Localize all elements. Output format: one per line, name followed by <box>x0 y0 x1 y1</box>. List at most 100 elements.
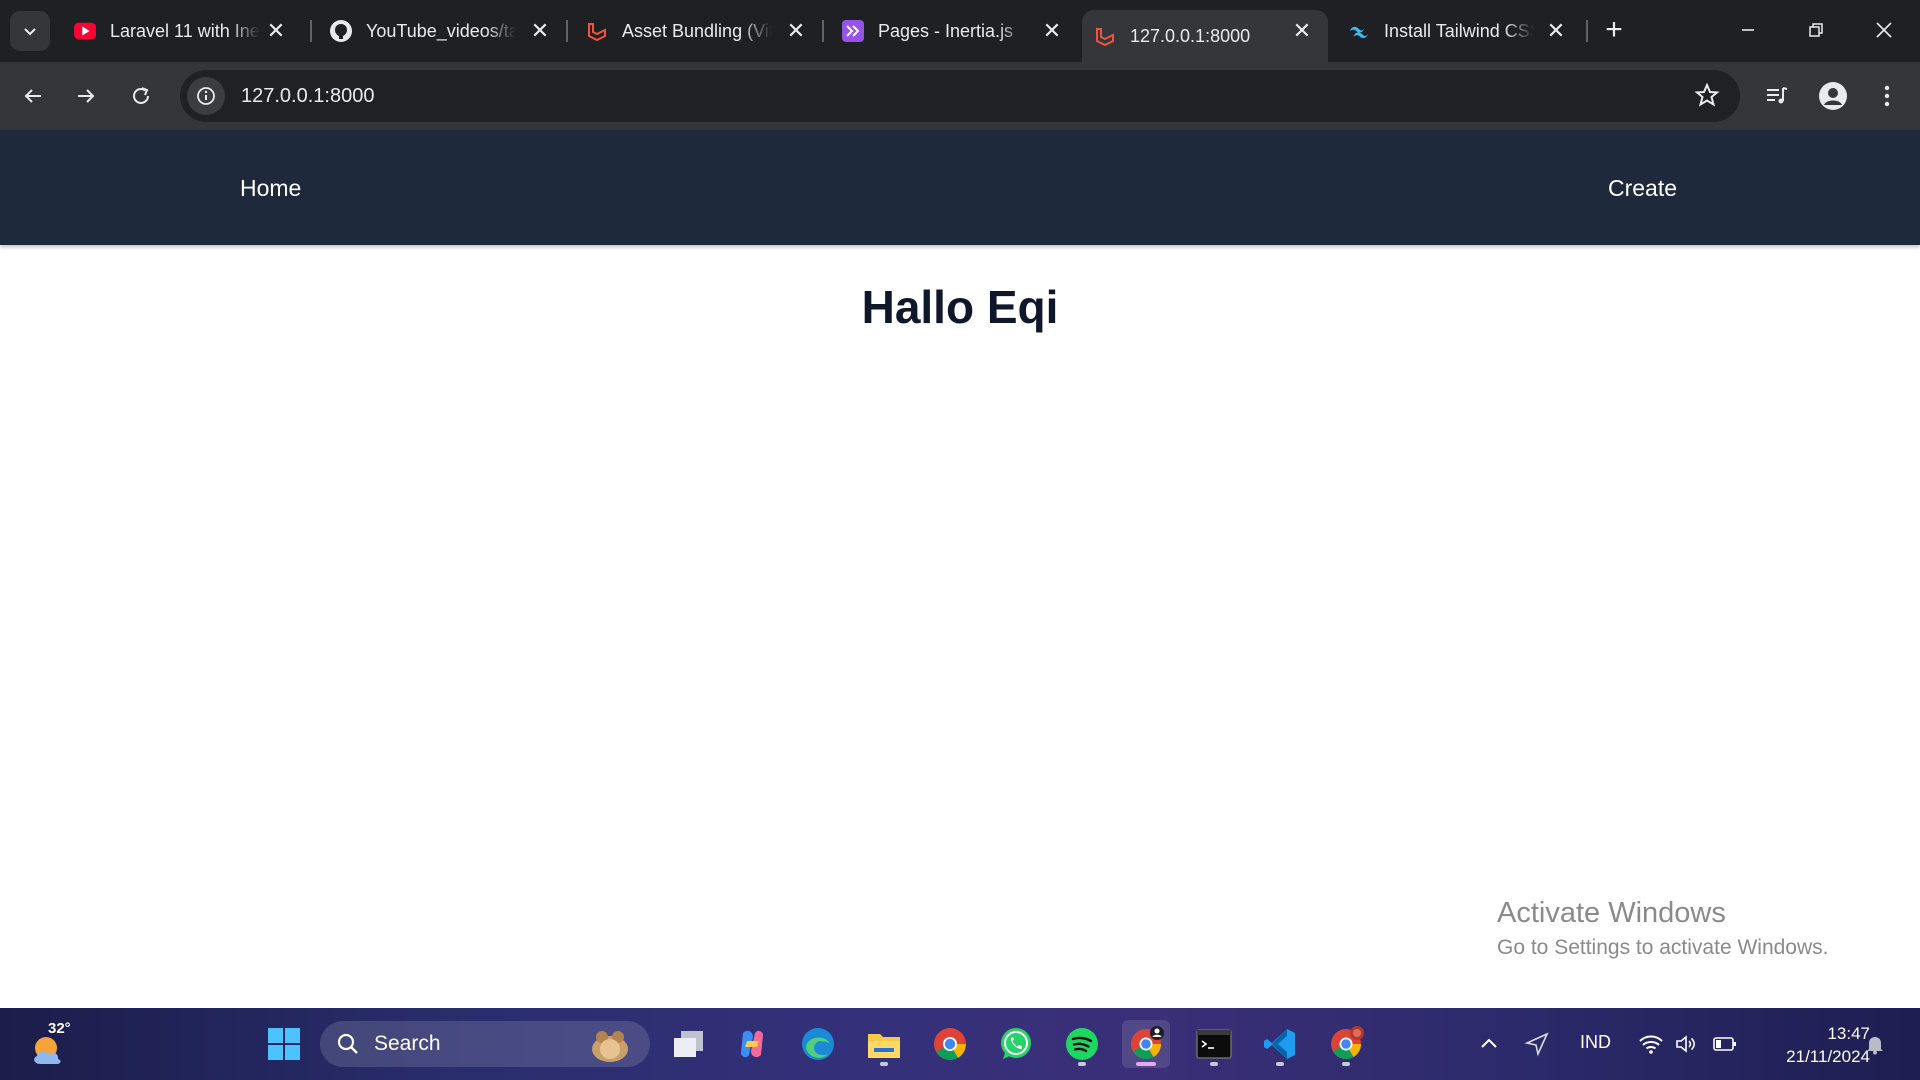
start-button[interactable] <box>260 1020 308 1068</box>
arrow-right-icon <box>78 89 95 103</box>
running-indicator <box>880 1062 888 1066</box>
chrome-profile-icon <box>1131 1026 1164 1060</box>
running-indicator <box>1078 1062 1086 1066</box>
arrow-left-icon <box>24 89 41 103</box>
tab-divider <box>822 20 824 42</box>
tab-divider <box>1586 20 1588 42</box>
youtube-icon <box>74 20 96 42</box>
volume-button[interactable] <box>1674 1008 1698 1080</box>
chevron-up-icon <box>1481 1038 1497 1048</box>
input-language[interactable]: IND <box>1580 1032 1611 1053</box>
tab-pages-inertia[interactable]: Pages - Inertia.js ✕ <box>830 10 1078 52</box>
browser-toolbar: 127.0.0.1:8000 <box>0 62 1920 130</box>
site-info-icon[interactable] <box>187 77 225 115</box>
whatsapp-button[interactable] <box>992 1020 1040 1068</box>
weather-widget[interactable]: 32° <box>26 1020 74 1068</box>
close-tab-icon[interactable]: ✕ <box>528 18 552 43</box>
taskbar: 32° Search IND 13:47 21/11/2024 <box>0 1008 1920 1080</box>
close-tab-icon[interactable]: ✕ <box>784 18 808 43</box>
laravel-icon <box>1094 25 1116 47</box>
chrome-second-profile-icon <box>1331 1026 1364 1060</box>
avatar-icon <box>1819 82 1847 110</box>
notifications-button[interactable] <box>1864 1008 1886 1080</box>
tab-title: Install Tailwind CSS <box>1384 20 1534 41</box>
volume-icon <box>1676 1035 1695 1053</box>
watermark-subtitle: Go to Settings to activate Windows. <box>1497 936 1829 959</box>
tab-title: Pages - Inertia.js <box>878 20 1014 41</box>
running-indicator <box>1342 1062 1350 1066</box>
page-title: Hallo Eqi <box>861 281 1059 333</box>
tab-divider <box>566 20 568 42</box>
close-window-button[interactable] <box>1862 10 1906 50</box>
folder-icon <box>868 1034 900 1058</box>
location-arrow-icon <box>1524 1032 1549 1057</box>
clock-time: 13:47 <box>1827 1024 1870 1043</box>
bookmark-star-icon[interactable] <box>1694 82 1720 113</box>
terminal-button[interactable] <box>1190 1020 1238 1068</box>
running-indicator <box>1210 1062 1218 1066</box>
clock-date: 21/11/2024 <box>1786 1047 1870 1066</box>
new-tab-button[interactable]: + <box>1598 13 1630 46</box>
windows-logo-icon <box>268 1028 300 1060</box>
media-queue-icon <box>1767 87 1788 104</box>
close-tab-icon[interactable]: ✕ <box>264 18 288 43</box>
chrome-icon <box>934 1028 966 1061</box>
github-icon <box>330 20 352 42</box>
tab-laravel-inertia[interactable]: Laravel 11 with Inertia ✕ <box>62 10 302 52</box>
tab-search-button[interactable] <box>10 11 50 51</box>
file-explorer-button[interactable] <box>860 1020 908 1068</box>
weather-temperature: 32° <box>48 1020 71 1037</box>
show-hidden-icons-button[interactable] <box>1478 1008 1500 1080</box>
edge-button[interactable] <box>794 1020 842 1068</box>
app-navbar: Home Create <box>0 130 1920 245</box>
location-button[interactable] <box>1524 1008 1550 1080</box>
tab-youtube-videos[interactable]: YouTube_videos/tailwind ✕ <box>318 10 566 52</box>
restore-button[interactable] <box>1794 10 1838 50</box>
vscode-icon <box>1264 1029 1295 1059</box>
nav-home-link[interactable]: Home <box>240 175 301 202</box>
back-button[interactable] <box>14 77 52 115</box>
chrome-button[interactable] <box>926 1020 974 1068</box>
tab-divider <box>310 20 312 42</box>
wifi-icon <box>1639 1035 1663 1054</box>
tab-title: Laravel 11 with Inertia <box>110 20 260 41</box>
taskbar-search[interactable]: Search <box>320 1021 650 1067</box>
chrome-second-profile-button[interactable] <box>1322 1020 1370 1068</box>
wifi-button[interactable] <box>1638 1008 1664 1080</box>
vscode-button[interactable] <box>1256 1020 1304 1068</box>
tab-title: Asset Bundling (Vite) <box>622 20 772 41</box>
media-control-button[interactable] <box>1758 77 1796 115</box>
reload-button[interactable] <box>122 77 160 115</box>
minimize-icon <box>1742 29 1754 31</box>
copilot-button[interactable] <box>728 1020 776 1068</box>
chrome-profile-button[interactable] <box>1122 1020 1170 1068</box>
watermark-title: Activate Windows <box>1497 897 1726 929</box>
address-bar[interactable]: 127.0.0.1:8000 <box>180 70 1740 122</box>
battery-button[interactable] <box>1712 1008 1738 1080</box>
minimize-button[interactable] <box>1726 10 1770 50</box>
inertia-icon <box>842 20 864 42</box>
tab-localhost[interactable]: 127.0.0.1:8000 ✕ <box>1082 10 1328 62</box>
task-view-button[interactable] <box>664 1020 712 1068</box>
close-tab-icon[interactable]: ✕ <box>1544 18 1568 43</box>
tab-install-tailwind[interactable]: Install Tailwind CSS ✕ <box>1336 10 1582 52</box>
task-view-icon <box>674 1031 703 1057</box>
tab-asset-bundling[interactable]: Asset Bundling (Vite) ✕ <box>574 10 822 52</box>
close-tab-icon[interactable]: ✕ <box>1290 18 1314 43</box>
spotify-button[interactable] <box>1058 1020 1106 1068</box>
tab-title: YouTube_videos/tailwind <box>366 20 516 41</box>
bell-icon <box>1867 1037 1883 1055</box>
whatsapp-icon <box>1001 1028 1031 1059</box>
close-tab-icon[interactable]: ✕ <box>1040 18 1064 43</box>
search-highlight-icon <box>592 1031 628 1062</box>
profile-button[interactable] <box>1814 77 1852 115</box>
forward-button[interactable] <box>67 77 105 115</box>
search-label: Search <box>374 1032 441 1055</box>
clock[interactable]: 13:47 21/11/2024 <box>1750 1022 1870 1068</box>
battery-icon <box>1713 1037 1736 1051</box>
menu-button[interactable] <box>1868 77 1906 115</box>
nav-create-link[interactable]: Create <box>1608 175 1677 202</box>
tab-strip: Laravel 11 with Inertia ✕ YouTube_videos… <box>0 0 1920 62</box>
terminal-icon <box>1196 1029 1232 1059</box>
url-text[interactable]: 127.0.0.1:8000 <box>241 85 374 108</box>
